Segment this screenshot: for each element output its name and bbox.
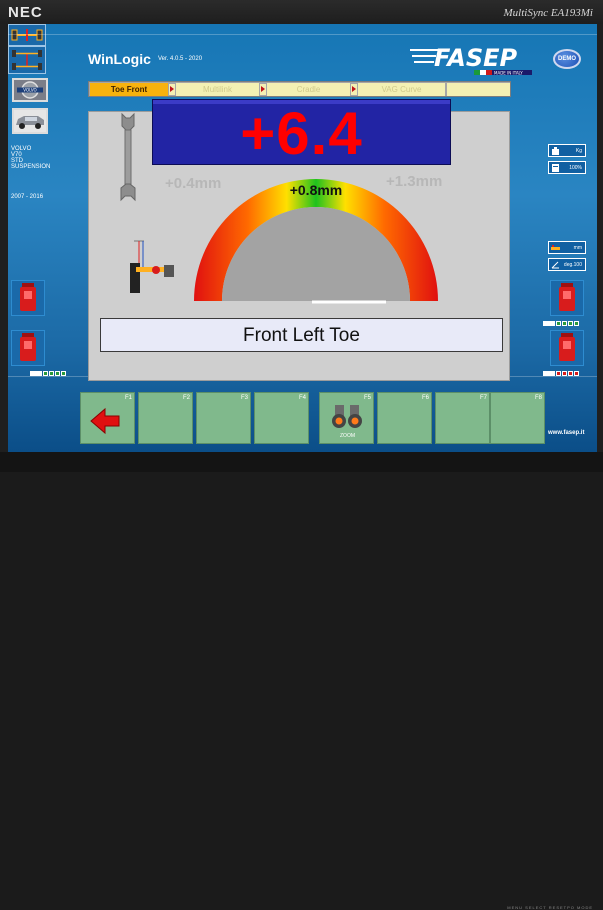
jack-right-rear[interactable] [550, 330, 584, 366]
tab-arrow-2 [260, 84, 266, 95]
length-unit: mm [573, 244, 582, 251]
jack-left-front[interactable] [11, 280, 45, 316]
angle-icon [551, 261, 559, 269]
chassis-diagram-button[interactable] [8, 46, 46, 74]
procedure-tabbar: Toe Front Multilink Cradle VAG Curve [88, 81, 511, 97]
bezel-top: NEC MultiSync EA193Mi [0, 0, 603, 24]
ruler-icon [551, 245, 560, 250]
vehicle-model: VOLVO V70 STD SUSPENSION [11, 146, 50, 170]
indicator-dot [562, 371, 567, 376]
f8-button[interactable]: F8 [490, 392, 545, 444]
hydraulic-jack-icon [559, 333, 575, 361]
tab-toe-front[interactable]: Toe Front [90, 83, 168, 96]
wrench-icon [120, 112, 136, 202]
f4-button[interactable]: F4 [254, 392, 309, 444]
f6-button[interactable]: F6 [377, 392, 432, 444]
fasep-logo: FASEP MADE IN ITALY [410, 44, 532, 76]
bezel-left [0, 24, 8, 452]
f5-zoom-button[interactable]: F5 ZOOM [319, 392, 374, 444]
demo-badge[interactable]: DEMO [553, 49, 581, 69]
measurement-label-box: Front Left Toe [100, 318, 503, 352]
jack-left-rear[interactable] [11, 330, 45, 366]
fkey-label: F8 [534, 395, 542, 401]
fkey-label: F3 [240, 395, 248, 401]
indicator-white [543, 371, 555, 376]
car-photo[interactable] [12, 108, 48, 134]
hydraulic-jack-icon [20, 283, 36, 311]
website-url: www.fasep.it [548, 430, 585, 436]
f3-button[interactable]: F3 [196, 392, 251, 444]
indicator-dot [43, 371, 48, 376]
logo-tagline: MADE IN ITALY [494, 71, 523, 76]
monitor-model: MultiSync EA193Mi [503, 7, 593, 19]
logo-text: FASEP [434, 44, 518, 72]
axle-diagram-button[interactable] [8, 24, 46, 46]
bezel-right [597, 24, 603, 452]
length-unit-box[interactable]: mm [548, 241, 586, 254]
app-version: Ver. 4.0.5 - 2020 [158, 56, 203, 62]
tolerance-nominal: +0.8mm [289, 182, 343, 198]
indicator-dot [568, 321, 573, 326]
load-percent: 100% [569, 164, 582, 171]
monitor-brand: NEC [8, 4, 43, 21]
fkey-label: F4 [298, 395, 306, 401]
load-percent-box[interactable]: 100% [548, 161, 586, 174]
vehicle-suspension: SUSPENSION [11, 164, 51, 170]
fkey-label: F5 [363, 395, 371, 401]
fkey-label: F7 [479, 395, 487, 401]
f2-button[interactable]: F2 [138, 392, 193, 444]
tab-multilink[interactable]: Multilink [176, 83, 259, 96]
indicator-white [543, 321, 555, 326]
angle-unit: deg.100 [563, 261, 582, 268]
car-icon [16, 116, 44, 129]
tab-empty [447, 83, 510, 96]
vehicle-years: 2007 - 2016 [11, 194, 44, 200]
measurement-value: +6.4 [240, 100, 363, 167]
indicator-dot [574, 371, 579, 376]
fkey-label: F2 [182, 395, 190, 401]
chassis-icon [12, 50, 42, 70]
measurement-value-box: +6.4 [152, 99, 451, 165]
indicator-dot [55, 371, 60, 376]
app-title: WinLogic [88, 51, 151, 67]
fkey-label: F6 [421, 395, 429, 401]
volvo-logo-icon: VOLVO [17, 81, 43, 99]
left-jack-indicator [30, 371, 66, 376]
right-jack-indicator-1 [543, 321, 579, 326]
right-jack-indicator-2 [543, 371, 579, 376]
tab-arrow-3 [351, 84, 357, 95]
measurement-label: Front Left Toe [243, 325, 360, 346]
jack-right-front[interactable] [550, 280, 584, 316]
weight-icon [552, 147, 559, 155]
f7-button[interactable]: F7 [435, 392, 490, 444]
header-line [8, 34, 597, 35]
tab-vag-curve[interactable]: VAG Curve [358, 83, 445, 96]
indicator-dot [556, 321, 561, 326]
indicator-dot [556, 371, 561, 376]
tab-cradle[interactable]: Cradle [267, 83, 350, 96]
car-brand-logo[interactable]: VOLVO [12, 78, 48, 102]
axle-icon [11, 29, 43, 41]
hydraulic-jack-icon [20, 333, 36, 361]
indicator-dot [61, 371, 66, 376]
indicator-dot [568, 371, 573, 376]
weight-unit-box[interactable]: Kg [548, 144, 586, 157]
indicator-dot [574, 321, 579, 326]
zoom-caption: ZOOM [340, 433, 355, 439]
f1-back-button[interactable]: F1 [80, 392, 135, 444]
svg-text:VOLVO: VOLVO [23, 88, 36, 93]
document-icon [552, 164, 559, 172]
wheel-alignment-icon [130, 240, 174, 293]
fkey-label: F1 [124, 395, 132, 401]
weight-unit: Kg [575, 147, 582, 154]
bezel-bottom: MENU SELECT RESETPO MODE [0, 452, 603, 910]
indicator-dot [49, 371, 54, 376]
indicator-white [30, 371, 42, 376]
tab-arrow-1 [169, 84, 175, 95]
hydraulic-jack-icon [559, 283, 575, 311]
angle-unit-box[interactable]: deg.100 [548, 258, 586, 271]
monitor-button-labels: MENU SELECT RESETPO MODE [507, 905, 593, 910]
indicator-dot [562, 321, 567, 326]
